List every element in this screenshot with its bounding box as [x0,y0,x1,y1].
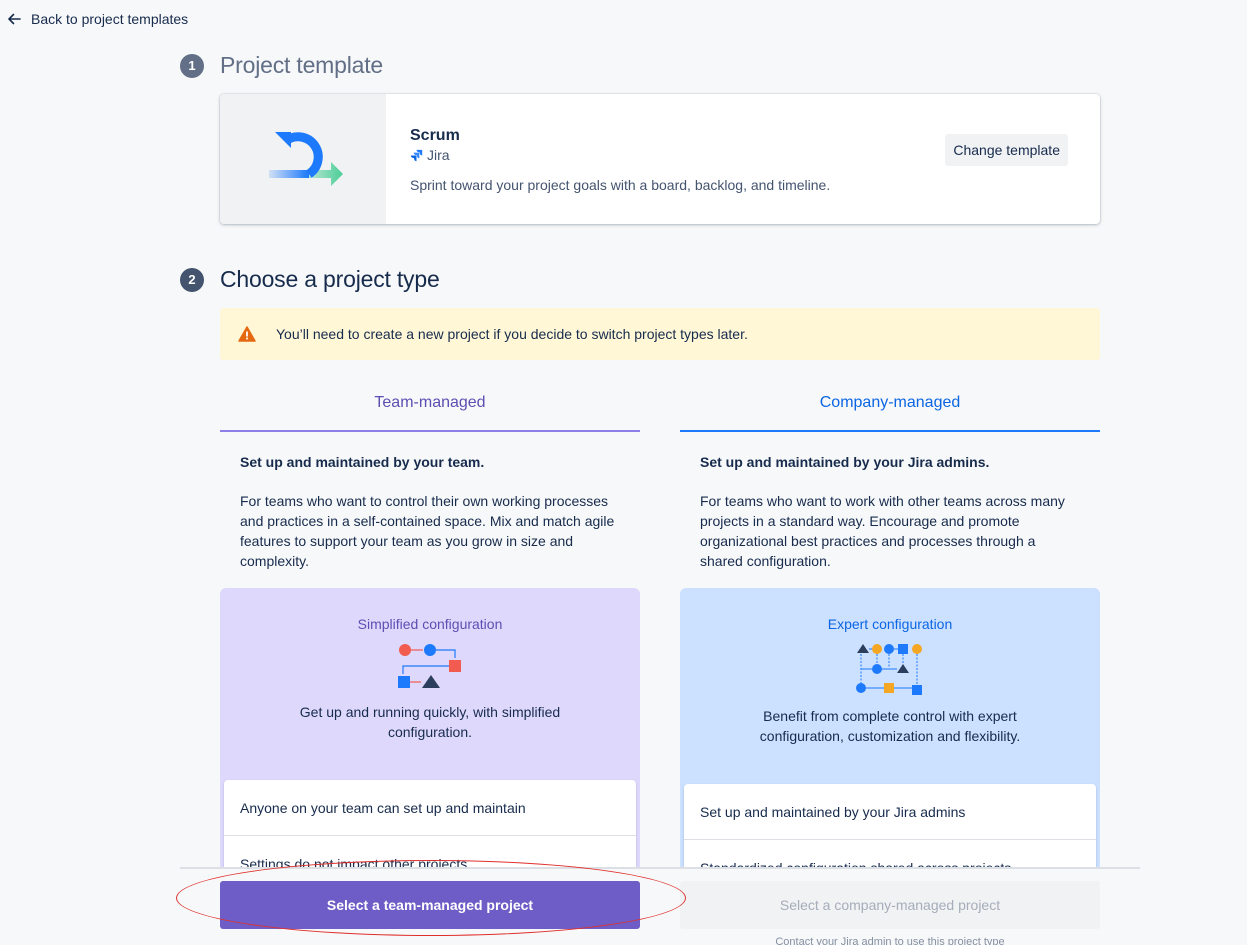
team-managed-subtitle: Set up and maintained by your team. [240,454,485,470]
expert-config-illustration [680,642,1100,698]
step-number: 1 [180,53,204,78]
team-managed-column: Team-managed Set up and maintained by yo… [220,388,640,892]
config-description: Benefit from complete control with exper… [759,708,1021,744]
template-description: Sprint toward your project goals with a … [410,177,831,193]
back-to-templates-link[interactable]: Back to project templates [6,8,188,30]
scrum-illustration [220,94,386,224]
back-link-label: Back to project templates [31,11,189,27]
step-project-template: 1 Project template [180,52,383,79]
template-app-name: Jira [427,147,450,163]
select-company-managed-button[interactable]: Select a company-managed project [680,881,1100,929]
list-item: Anyone on your team can set up and maint… [224,780,636,836]
simplified-workflow-icon [398,644,461,688]
config-title: Expert configuration [827,616,953,632]
config-title: Simplified configuration [357,616,503,632]
create-project-page: Back to project templates 1 Project temp… [0,0,1247,945]
expert-workflow-icon [856,644,922,695]
expert-configuration-panel: Expert configuration Benefit from comple… [680,588,1100,896]
simplified-configuration-panel: Simplified configuration Get up and runn… [220,588,640,892]
company-managed-column: Company-managed Set up and maintained by… [680,388,1100,896]
tab-team-managed[interactable]: Team-managed [220,388,640,432]
scrum-cycle-icon [269,132,343,186]
step-number: 2 [180,267,204,292]
list-item: Set up and maintained by your Jira admin… [684,784,1096,840]
step-project-type: 2 Choose a project type [180,266,440,293]
section-title: Choose a project type [220,266,440,292]
warning-text: You’ll need to create a new project if y… [276,326,748,342]
contact-admin-note: Contact your Jira admin to use this proj… [775,936,1005,945]
tab-company-managed[interactable]: Company-managed [680,388,1100,432]
team-managed-description: For teams who want to control their own … [240,493,615,569]
template-card: Scrum Jira Sprint toward your project go… [220,94,1100,224]
section-title: Project template [220,52,383,78]
switch-type-warning: You’ll need to create a new project if y… [220,308,1100,360]
config-description: Get up and running quickly, with simplif… [299,704,561,740]
select-team-managed-button[interactable]: Select a team-managed project [220,881,640,929]
company-managed-description: For teams who want to work with other te… [700,493,1065,569]
company-managed-subtitle: Set up and maintained by your Jira admin… [700,454,990,470]
arrow-left-icon [8,13,21,25]
jira-logo-icon [410,149,423,161]
change-template-button[interactable]: Change template [945,134,1068,166]
simplified-config-illustration [220,642,640,694]
warning-icon [238,326,256,342]
